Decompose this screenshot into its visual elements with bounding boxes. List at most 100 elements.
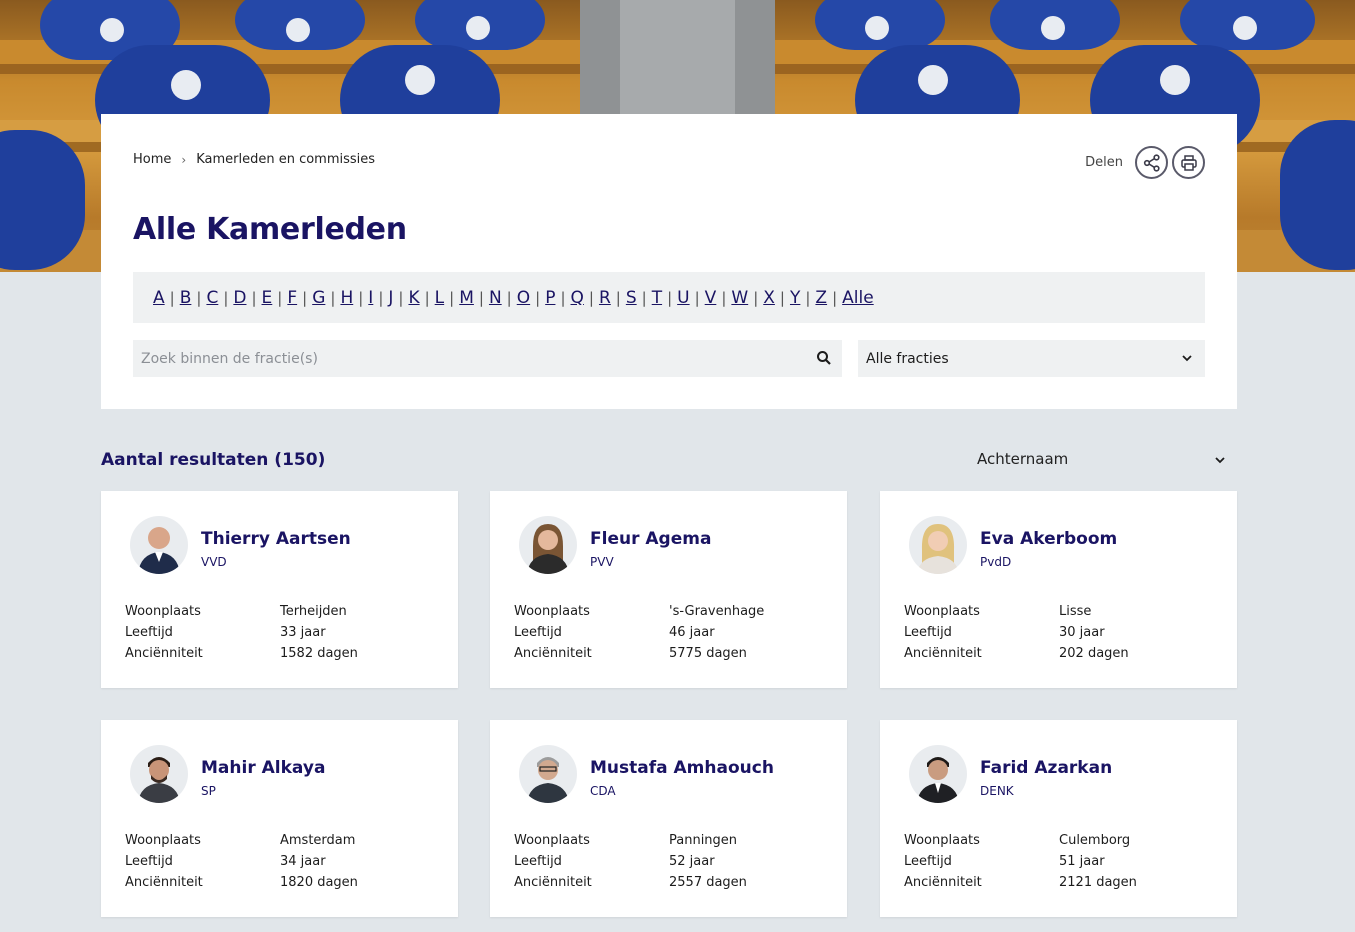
woonplaats-value: Panningen <box>669 833 738 848</box>
breadcrumb-home-link[interactable]: Home <box>133 152 171 167</box>
share-button[interactable] <box>1135 146 1168 179</box>
alphabet-separator: | <box>641 288 647 307</box>
search-input[interactable] <box>141 350 801 367</box>
alphabet-link-a[interactable]: A <box>153 288 165 308</box>
member-party: VVD <box>201 555 227 569</box>
alphabet-link-x[interactable]: X <box>763 288 775 308</box>
alphabet-link-e[interactable]: E <box>262 288 273 308</box>
member-name[interactable]: Mahir Alkaya <box>201 758 325 778</box>
member-card[interactable]: Thierry Aartsen VVD Woonplaats Terheijden… <box>101 491 458 688</box>
member-card[interactable]: Mahir Alkaya SP Woonplaats Amsterdam Leef… <box>101 720 458 917</box>
fractie-select[interactable]: Alle fracties <box>858 340 1205 377</box>
member-card[interactable]: Mustafa Amhaouch CDA Woonplaats Panningen… <box>490 720 847 917</box>
sort-select-value: Achternaam <box>977 450 1069 468</box>
alphabet-link-q[interactable]: Q <box>571 288 584 308</box>
member-party: PVV <box>590 555 614 569</box>
leeftijd-value: 34 jaar <box>280 854 326 869</box>
member-name[interactable]: Mustafa Amhaouch <box>590 758 774 778</box>
member-avatar <box>130 516 188 574</box>
alphabet-link-h[interactable]: H <box>340 288 353 308</box>
alphabet-link-alle[interactable]: Alle <box>842 288 874 308</box>
woonplaats-value: Amsterdam <box>280 833 356 848</box>
alphabet-separator: | <box>721 288 727 307</box>
leeftijd-label: Leeftijd <box>514 625 562 640</box>
alphabet-separator: | <box>560 288 566 307</box>
alphabet-link-m[interactable]: M <box>459 288 474 308</box>
woonplaats-value: Culemborg <box>1059 833 1131 848</box>
member-party: DENK <box>980 784 1014 798</box>
alphabet-link-n[interactable]: N <box>489 288 502 308</box>
share-icon <box>1143 153 1160 172</box>
alphabet-filter: A | B | C | D | E | F | G | H | I | J | K | L | M | N | O | P | Q | R | S | T |… <box>133 272 1205 323</box>
member-name[interactable]: Farid Azarkan <box>980 758 1112 778</box>
member-card[interactable]: Farid Azarkan DENK Woonplaats Culemborg L… <box>880 720 1237 917</box>
alphabet-link-i[interactable]: I <box>368 288 373 308</box>
alphabet-link-w[interactable]: W <box>731 288 748 308</box>
member-avatar <box>519 516 577 574</box>
alphabet-link-j[interactable]: J <box>388 288 393 308</box>
share-label: Delen <box>1085 155 1123 170</box>
alphabet-separator: | <box>251 288 257 307</box>
member-party: PvdD <box>980 555 1012 569</box>
alphabet-separator: | <box>615 288 621 307</box>
member-details: Woonplaats Panningen Leeftijd 52 jaar Anci… <box>514 833 747 896</box>
search-icon[interactable] <box>816 350 832 366</box>
member-party: SP <box>201 784 216 798</box>
alphabet-link-z[interactable]: Z <box>815 288 827 308</box>
alphabet-link-v[interactable]: V <box>705 288 717 308</box>
alphabet-link-t[interactable]: T <box>652 288 662 308</box>
alphabet-link-o[interactable]: O <box>517 288 530 308</box>
anciënniteit-label: Anciënniteit <box>125 646 203 661</box>
alphabet-separator: | <box>223 288 229 307</box>
member-card[interactable]: Fleur Agema PVV Woonplaats's-Gravenhage … <box>490 491 847 688</box>
alphabet-link-s[interactable]: S <box>626 288 637 308</box>
leeftijd-value: 46 jaar <box>669 625 715 640</box>
share-bar: Delen <box>1085 146 1205 179</box>
anciënniteit-value: 2121 dagen <box>1059 875 1137 890</box>
anciënniteit-label: Anciënniteit <box>514 646 592 661</box>
alphabet-link-g[interactable]: G <box>312 288 325 308</box>
alphabet-link-p[interactable]: P <box>545 288 555 308</box>
member-details: Woonplaats Culemborg Leeftijd 51 jaar Anci… <box>904 833 1137 896</box>
alphabet-separator: | <box>535 288 541 307</box>
chevron-down-icon <box>1215 457 1225 464</box>
member-party: CDA <box>590 784 616 798</box>
alphabet-link-c[interactable]: C <box>206 288 218 308</box>
breadcrumb-chevron-icon: › <box>181 152 187 167</box>
member-name[interactable]: Fleur Agema <box>590 529 711 549</box>
alphabet-link-r[interactable]: R <box>599 288 611 308</box>
member-details: Woonplaats Amsterdam Leeftijd 34 jaar Anci… <box>125 833 358 896</box>
alphabet-link-d[interactable]: D <box>233 288 246 308</box>
member-avatar <box>130 745 188 803</box>
results-count: Aantal resultaten (150) <box>101 450 326 470</box>
anciënniteit-value: 5775 dagen <box>669 646 747 661</box>
print-button[interactable] <box>1172 146 1205 179</box>
anciënniteit-label: Anciënniteit <box>125 875 203 890</box>
alphabet-separator: | <box>424 288 430 307</box>
alphabet-link-y[interactable]: Y <box>790 288 800 308</box>
member-card[interactable]: Eva Akerboom PvdD Woonplaats Lisse Leefti… <box>880 491 1237 688</box>
woonplaats-value: Lisse <box>1059 604 1092 619</box>
member-details: Woonplaats Lisse Leeftijd 30 jaar Anciënni… <box>904 604 1129 667</box>
member-name[interactable]: Thierry Aartsen <box>201 529 351 549</box>
alphabet-link-k[interactable]: K <box>408 288 419 308</box>
anciënniteit-label: Anciënniteit <box>904 646 982 661</box>
alphabet-link-u[interactable]: U <box>677 288 689 308</box>
sort-select[interactable]: Achternaam <box>977 450 1237 468</box>
member-avatar <box>909 516 967 574</box>
breadcrumb-current-link[interactable]: Kamerleden en commissies <box>196 152 375 167</box>
leeftijd-value: 52 jaar <box>669 854 715 869</box>
member-avatar <box>909 745 967 803</box>
alphabet-separator: | <box>449 288 455 307</box>
leeftijd-label: Leeftijd <box>904 854 952 869</box>
alphabet-separator: | <box>330 288 336 307</box>
chevron-down-icon <box>1182 355 1192 362</box>
anciënniteit-label: Anciënniteit <box>904 875 982 890</box>
breadcrumb: Home › Kamerleden en commissies <box>133 152 375 167</box>
alphabet-link-l[interactable]: L <box>435 288 444 308</box>
printer-icon <box>1180 154 1197 171</box>
alphabet-link-f[interactable]: F <box>287 288 297 308</box>
member-name[interactable]: Eva Akerboom <box>980 529 1117 549</box>
alphabet-link-b[interactable]: B <box>180 288 192 308</box>
alphabet-separator: | <box>588 288 594 307</box>
